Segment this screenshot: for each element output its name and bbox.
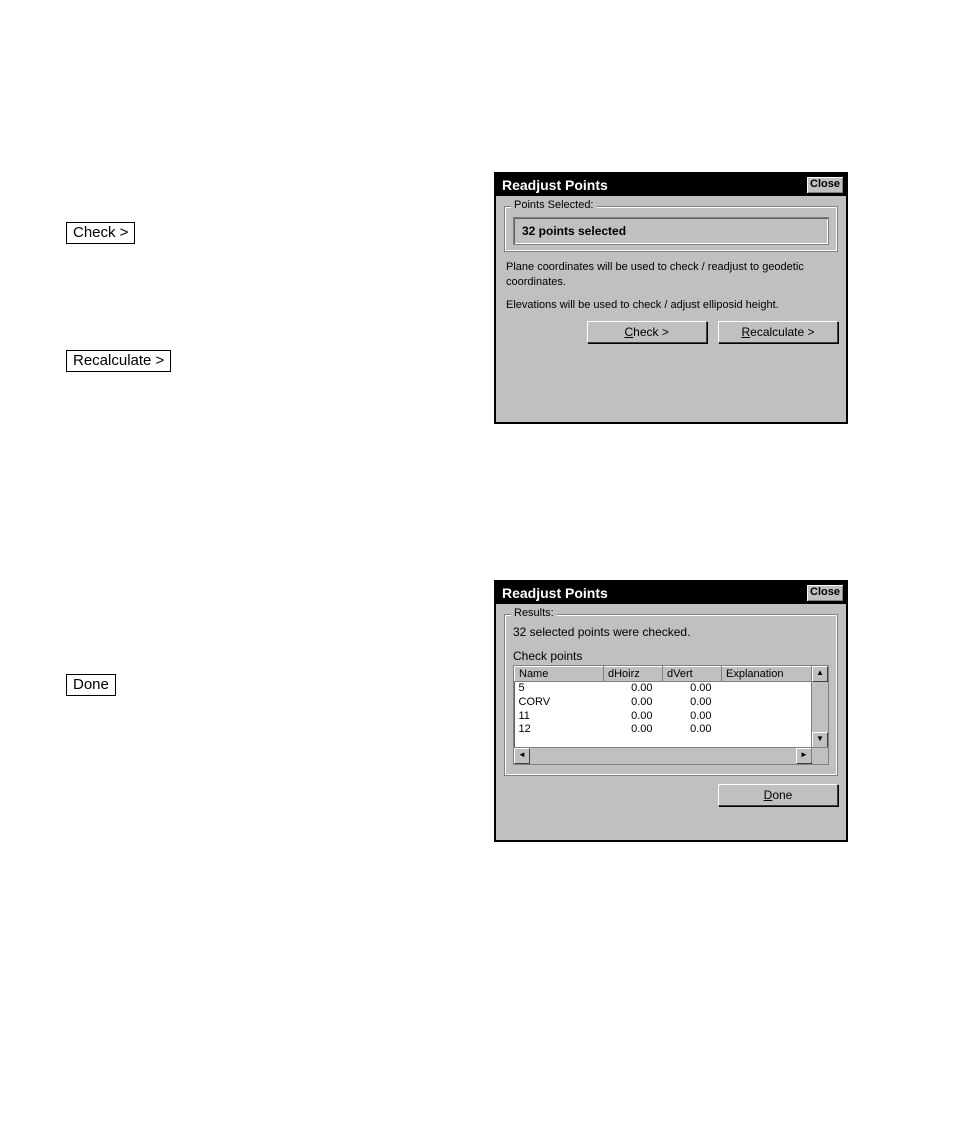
scroll-left-icon[interactable]: ◄ (514, 748, 530, 764)
cell-dhoirz: 0.00 (604, 710, 663, 724)
table-row[interactable]: 11 0.00 0.00 (515, 710, 828, 724)
scrollbar-corner (811, 748, 828, 762)
vertical-scrollbar[interactable]: ▲ ▼ (811, 666, 828, 748)
points-selected-group: Points Selected: 32 points selected (504, 206, 838, 252)
dialog-title: Readjust Points (502, 177, 608, 193)
readjust-points-dialog-1: Readjust Points Close Points Selected: 3… (494, 172, 848, 424)
check-points-label: Check points (513, 649, 829, 663)
close-button[interactable]: Close (806, 176, 844, 194)
dialog-title: Readjust Points (502, 585, 608, 601)
titlebar: Readjust Points Close (496, 582, 846, 604)
col-dhoirz[interactable]: dHoirz (604, 667, 663, 682)
check-points-table[interactable]: Name dHoirz dVert Explanation 5 0.00 0.0… (513, 665, 829, 765)
doc-recalculate-button: Recalculate > (66, 350, 171, 372)
scroll-down-icon[interactable]: ▼ (812, 732, 828, 748)
result-summary: 32 selected points were checked. (513, 625, 829, 639)
cell-dvert: 0.00 (663, 710, 722, 724)
cell-dhoirz: 0.00 (604, 723, 663, 737)
group-legend: Results: (511, 607, 557, 619)
col-dvert[interactable]: dVert (663, 667, 722, 682)
cell-name: 5 (515, 682, 604, 696)
horizontal-scrollbar[interactable]: ◄ ► (514, 747, 828, 764)
cell-dhoirz: 0.00 (604, 682, 663, 696)
close-button[interactable]: Close (806, 584, 844, 602)
cell-dhoirz: 0.00 (604, 696, 663, 710)
results-group: Results: 32 selected points were checked… (504, 614, 838, 776)
cell-dvert: 0.00 (663, 723, 722, 737)
group-legend: Points Selected: (511, 199, 597, 211)
info-elevations: Elevations will be used to check / adjus… (506, 298, 836, 313)
table-row[interactable]: 5 0.00 0.00 (515, 682, 828, 696)
done-button[interactable]: Done (718, 784, 838, 806)
cell-name: 11 (515, 710, 604, 724)
cell-dvert: 0.00 (663, 682, 722, 696)
scroll-up-icon[interactable]: ▲ (812, 666, 828, 682)
cell-name: 12 (515, 723, 604, 737)
readjust-points-dialog-2: Readjust Points Close Results: 32 select… (494, 580, 848, 842)
check-button[interactable]: Check > (587, 321, 707, 343)
table-row[interactable]: 12 0.00 0.00 (515, 723, 828, 737)
scroll-right-icon[interactable]: ► (796, 748, 812, 764)
table-row[interactable]: CORV 0.00 0.00 (515, 696, 828, 710)
doc-check-button: Check > (66, 222, 135, 244)
cell-dvert: 0.00 (663, 696, 722, 710)
col-name[interactable]: Name (515, 667, 604, 682)
table-header-row: Name dHoirz dVert Explanation (515, 667, 828, 682)
doc-done-button: Done (66, 674, 116, 696)
recalculate-button[interactable]: Recalculate > (718, 321, 838, 343)
titlebar: Readjust Points Close (496, 174, 846, 196)
cell-name: CORV (515, 696, 604, 710)
info-plane-coords: Plane coordinates will be used to check … (506, 260, 836, 290)
selected-count-box: 32 points selected (513, 217, 829, 245)
